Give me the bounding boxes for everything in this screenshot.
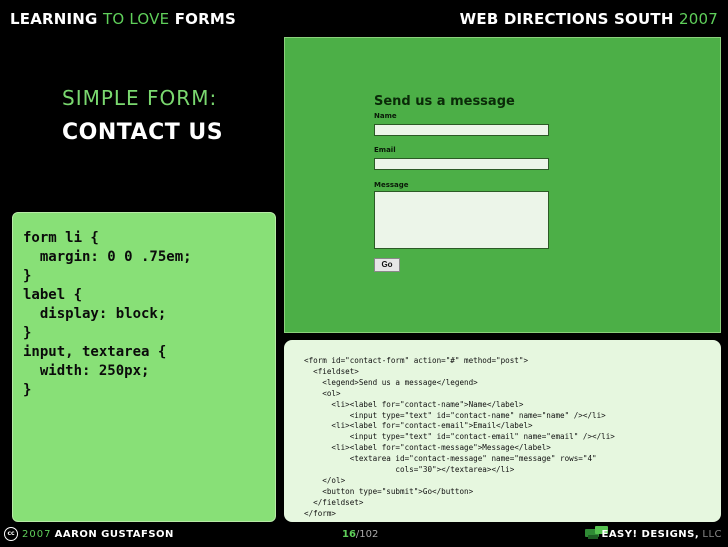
name-input[interactable]	[374, 124, 549, 136]
conference-title: WEB DIRECTIONS SOUTH 2007	[459, 10, 718, 28]
slide-header: LEARNING TO LOVE FORMS WEB DIRECTIONS SO…	[0, 0, 728, 36]
email-input[interactable]	[374, 158, 549, 170]
slide-subtitle: SIMPLE FORM:	[62, 86, 218, 110]
go-button[interactable]: Go	[374, 258, 400, 272]
total-pages: 102	[359, 529, 379, 540]
page-counter: 16/102	[342, 529, 379, 540]
name-label: Name	[374, 112, 397, 120]
footer-company: EASY! DESIGNS, LLC	[601, 528, 722, 542]
html-code-panel: <form id="contact-form" action="#" metho…	[284, 340, 721, 522]
current-page: 16	[342, 529, 356, 540]
footer-credit: cc 2007 AARON GUSTAFSON	[4, 527, 174, 541]
css-code: form li { margin: 0 0 .75em; } label { d…	[23, 230, 192, 398]
email-label: Email	[374, 146, 396, 154]
presentation-title: LEARNING TO LOVE FORMS	[10, 10, 236, 28]
slide-title: CONTACT US	[62, 120, 224, 145]
company-suffix: LLC	[702, 529, 722, 540]
footer-year: 2007	[22, 529, 52, 540]
message-label: Message	[374, 181, 409, 189]
form-legend: Send us a message	[374, 94, 515, 109]
css-code-panel: form li { margin: 0 0 .75em; } label { d…	[12, 212, 276, 522]
message-textarea[interactable]	[374, 191, 549, 249]
form-demo-panel: Send us a message Name Email Message Go	[284, 37, 721, 333]
company-name: EASY! DESIGNS,	[601, 529, 700, 540]
html-code: <form id="contact-form" action="#" metho…	[304, 356, 615, 518]
creative-commons-icon: cc	[4, 527, 18, 541]
footer-author: AARON GUSTAFSON	[54, 529, 174, 540]
